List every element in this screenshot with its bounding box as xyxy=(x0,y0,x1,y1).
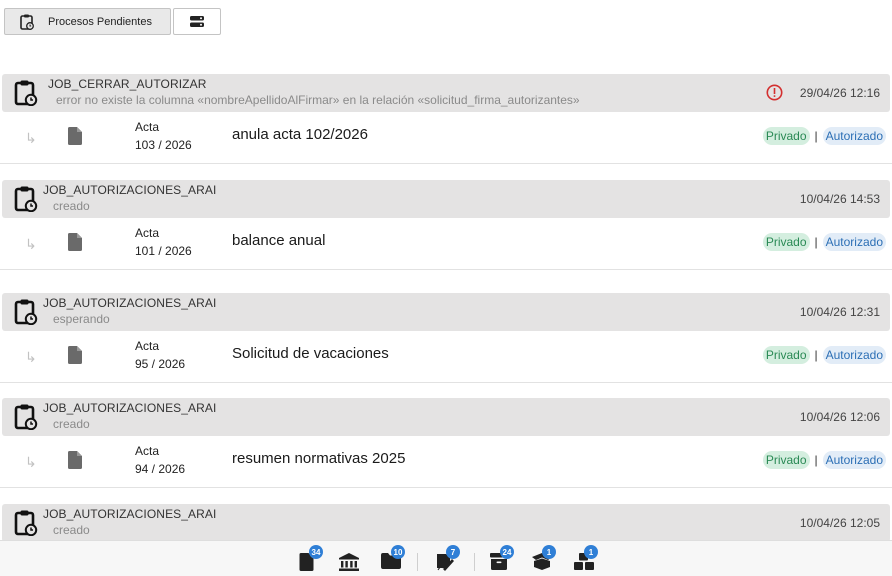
privado-badge: Privado xyxy=(762,233,810,251)
document-icon xyxy=(68,233,82,251)
document-type: Acta xyxy=(135,226,160,240)
clipboard-clock-icon xyxy=(14,80,38,106)
count-badge: 34 xyxy=(309,545,323,559)
document-number: 101 / 2026 xyxy=(135,244,192,258)
document-title[interactable]: Solicitud de vacaciones xyxy=(232,345,389,362)
bottom-nav-bar: 34 10 7 24 1 1 xyxy=(0,540,892,576)
count-badge: 1 xyxy=(584,545,598,559)
document-row[interactable]: ↳ Acta 94 / 2026 resumen normativas 2025… xyxy=(0,436,892,488)
document-tags: Privado | Autorizado xyxy=(762,127,886,145)
job-row[interactable]: JOB_AUTORIZACIONES_ARAI esperando 10/04/… xyxy=(2,293,890,331)
document-type: Acta xyxy=(135,339,160,353)
document-type: Acta xyxy=(135,444,160,458)
document-number: 95 / 2026 xyxy=(135,357,186,371)
document-title[interactable]: anula acta 102/2026 xyxy=(232,126,368,143)
procesos-pendientes-button[interactable]: Procesos Pendientes xyxy=(4,8,171,35)
bottom-nav-divider xyxy=(417,553,418,571)
document-number: 103 / 2026 xyxy=(135,138,192,152)
count-badge: 10 xyxy=(391,545,405,559)
privado-badge: Privado xyxy=(762,127,810,145)
bottom-nav-documents[interactable]: 34 xyxy=(299,545,323,573)
job-name: JOB_CERRAR_AUTORIZAR xyxy=(48,77,207,91)
clipboard-clock-icon xyxy=(14,510,38,536)
tag-separator: | xyxy=(814,235,818,249)
job-status: error no existe la columna «nombreApelli… xyxy=(56,93,580,107)
job-name: JOB_AUTORIZACIONES_ARAI xyxy=(43,296,217,310)
bottom-nav-divider xyxy=(474,553,475,571)
autorizado-badge: Autorizado xyxy=(822,346,886,364)
tag-separator: | xyxy=(814,348,818,362)
document-row[interactable]: ↳ Acta 101 / 2026 balance anual Privado … xyxy=(0,218,892,270)
job-row[interactable]: JOB_CERRAR_AUTORIZAR error no existe la … xyxy=(2,74,890,112)
job-timestamp: 10/04/26 12:05 xyxy=(799,516,880,530)
clipboard-clock-icon xyxy=(14,186,38,212)
job-row[interactable]: JOB_AUTORIZACIONES_ARAI creado 10/04/26 … xyxy=(2,504,890,542)
bottom-nav-bank[interactable] xyxy=(339,551,361,573)
job-status: creado xyxy=(53,417,90,431)
tag-separator: | xyxy=(814,453,818,467)
document-title[interactable]: resumen normativas 2025 xyxy=(232,450,405,467)
top-toolbar: Procesos Pendientes xyxy=(4,8,221,35)
job-status: esperando xyxy=(53,312,110,326)
document-type: Acta xyxy=(135,120,160,134)
server-toggle-icon xyxy=(190,16,204,27)
autorizado-badge: Autorizado xyxy=(822,451,886,469)
autorizado-badge: Autorizado xyxy=(822,127,886,145)
job-timestamp: 10/04/26 14:53 xyxy=(799,192,880,206)
job-status: creado xyxy=(53,199,90,213)
server-toggle-button[interactable] xyxy=(173,8,221,35)
document-tags: Privado | Autorizado xyxy=(762,233,886,251)
job-timestamp: 29/04/26 12:16 xyxy=(799,86,880,100)
bottom-nav-archive[interactable]: 24 xyxy=(490,545,514,573)
job-name: JOB_AUTORIZACIONES_ARAI xyxy=(43,507,217,521)
pending-jobs-list: JOB_CERRAR_AUTORIZAR error no existe la … xyxy=(0,74,892,542)
clipboard-clock-icon xyxy=(20,14,34,30)
document-icon xyxy=(68,451,82,469)
document-icon xyxy=(68,346,82,364)
privado-badge: Privado xyxy=(762,346,810,364)
count-badge: 24 xyxy=(500,545,514,559)
sub-item-arrow-icon: ↳ xyxy=(25,454,37,470)
bank-icon xyxy=(339,553,359,571)
job-name: JOB_AUTORIZACIONES_ARAI xyxy=(43,183,217,197)
job-row[interactable]: JOB_AUTORIZACIONES_ARAI creado 10/04/26 … xyxy=(2,398,890,436)
privado-badge: Privado xyxy=(762,451,810,469)
sub-item-arrow-icon: ↳ xyxy=(25,349,37,365)
document-tags: Privado | Autorizado xyxy=(762,451,886,469)
autorizado-badge: Autorizado xyxy=(822,233,886,251)
document-row[interactable]: ↳ Acta 103 / 2026 anula acta 102/2026 Pr… xyxy=(0,112,892,164)
job-status: creado xyxy=(53,523,90,537)
procesos-pendientes-label: Procesos Pendientes xyxy=(48,15,152,28)
document-number: 94 / 2026 xyxy=(135,462,186,476)
error-alert-icon xyxy=(766,84,783,101)
bottom-nav-folders[interactable]: 10 xyxy=(381,545,405,573)
sub-item-arrow-icon: ↳ xyxy=(25,130,37,146)
job-row[interactable]: JOB_AUTORIZACIONES_ARAI creado 10/04/26 … xyxy=(2,180,890,218)
document-row[interactable]: ↳ Acta 95 / 2026 Solicitud de vacaciones… xyxy=(0,331,892,383)
sub-item-arrow-icon: ↳ xyxy=(25,236,37,252)
bottom-nav-boxes[interactable]: 1 xyxy=(574,545,598,573)
bottom-nav-signatures[interactable]: 7 xyxy=(436,545,460,573)
job-timestamp: 10/04/26 12:31 xyxy=(799,305,880,319)
document-icon xyxy=(68,127,82,145)
bottom-nav-open-box[interactable]: 1 xyxy=(532,545,556,573)
clipboard-clock-icon xyxy=(14,299,38,325)
document-title[interactable]: balance anual xyxy=(232,232,325,249)
tag-separator: | xyxy=(814,129,818,143)
count-badge: 1 xyxy=(542,545,556,559)
job-timestamp: 10/04/26 12:06 xyxy=(799,410,880,424)
count-badge: 7 xyxy=(446,545,460,559)
clipboard-clock-icon xyxy=(14,404,38,430)
document-tags: Privado | Autorizado xyxy=(762,346,886,364)
job-name: JOB_AUTORIZACIONES_ARAI xyxy=(43,401,217,415)
